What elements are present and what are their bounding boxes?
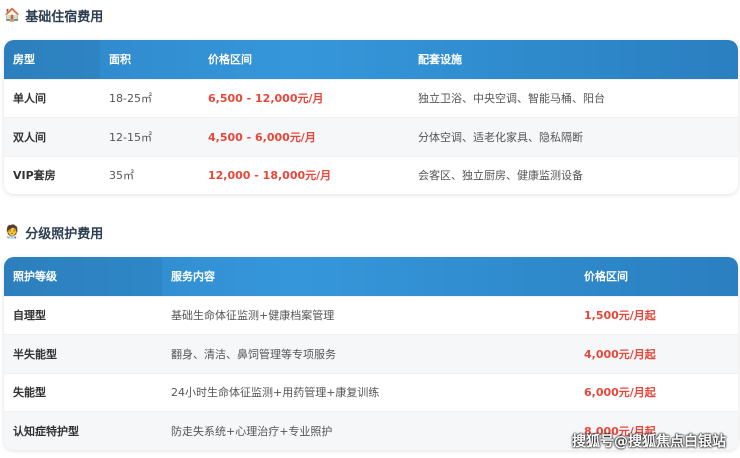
header-price: 价格区间 bbox=[584, 270, 628, 284]
price: 4,000元/月起 bbox=[584, 347, 656, 361]
accommodation-table: 房型 面积 价格区间 配套设施 单人间 18-25㎡ 6,500 - 12,00… bbox=[4, 40, 738, 194]
area: 35㎡ bbox=[109, 169, 134, 183]
price: 4,500 - 6,000元/月 bbox=[208, 130, 316, 144]
facilities: 会客区、独立厨房、健康监测设备 bbox=[418, 169, 583, 183]
services: 防走失系统+心理治疗+专业照护 bbox=[171, 424, 333, 438]
section-title-accommodation: 🏠 基础住宿费用 bbox=[4, 6, 103, 25]
services: 24小时生命体征监测+用药管理+康复训练 bbox=[171, 386, 380, 400]
care-level: 失能型 bbox=[13, 386, 46, 400]
facilities: 独立卫浴、中央空调、智能马桶、阳台 bbox=[418, 92, 605, 106]
services: 翻身、清洁、鼻饲管理等专项服务 bbox=[171, 347, 336, 361]
services: 基础生命体征监测+健康档案管理 bbox=[171, 309, 335, 323]
header-room-type: 房型 bbox=[4, 40, 100, 79]
section-title-care: 🧑‍⚕️ 分级照护费用 bbox=[4, 223, 103, 242]
care-level: 自理型 bbox=[13, 309, 46, 323]
table-header: 房型 面积 价格区间 配套设施 bbox=[4, 40, 738, 79]
caregiver-icon: 🧑‍⚕️ bbox=[4, 225, 21, 240]
table-row: 自理型 基础生命体征监测+健康档案管理 1,500元/月起 bbox=[4, 295, 738, 335]
table-row: 半失能型 翻身、清洁、鼻饲管理等专项服务 4,000元/月起 bbox=[4, 334, 738, 373]
room-type: VIP套房 bbox=[13, 169, 56, 183]
header-care-level: 照护等级 bbox=[4, 257, 162, 296]
header-facilities: 配套设施 bbox=[418, 53, 462, 67]
area: 12-15㎡ bbox=[109, 130, 152, 144]
facilities: 分体空调、适老化家具、隐私隔断 bbox=[418, 130, 583, 144]
price: 6,000元/月起 bbox=[584, 386, 656, 400]
table-row: 单人间 18-25㎡ 6,500 - 12,000元/月 独立卫浴、中央空调、智… bbox=[4, 78, 738, 118]
price: 6,500 - 12,000元/月 bbox=[208, 92, 324, 106]
table-row: VIP套房 35㎡ 12,000 - 18,000元/月 会客区、独立厨房、健康… bbox=[4, 155, 738, 195]
room-type: 双人间 bbox=[13, 130, 46, 144]
area: 18-25㎡ bbox=[109, 92, 152, 106]
care-level: 半失能型 bbox=[13, 347, 57, 361]
header-price: 价格区间 bbox=[208, 53, 252, 67]
house-icon: 🏠 bbox=[4, 8, 21, 23]
table-row: 双人间 12-15㎡ 4,500 - 6,000元/月 分体空调、适老化家具、隐… bbox=[4, 117, 738, 156]
table-header: 照护等级 服务内容 价格区间 bbox=[4, 257, 738, 296]
care-level: 认知症特护型 bbox=[13, 424, 79, 438]
care-table: 照护等级 服务内容 价格区间 自理型 基础生命体征监测+健康档案管理 1,500… bbox=[4, 257, 738, 450]
header-services: 服务内容 bbox=[171, 270, 215, 284]
watermark: 搜狐号@搜狐焦点白银站 bbox=[572, 434, 726, 450]
table-row: 失能型 24小时生命体征监测+用药管理+康复训练 6,000元/月起 bbox=[4, 372, 738, 412]
room-type: 单人间 bbox=[13, 92, 46, 106]
section-title-text: 基础住宿费用 bbox=[25, 10, 104, 25]
section-title-text: 分级照护费用 bbox=[25, 227, 104, 242]
header-area: 面积 bbox=[109, 53, 131, 67]
price: 12,000 - 18,000元/月 bbox=[208, 169, 332, 183]
price: 1,500元/月起 bbox=[584, 309, 656, 323]
